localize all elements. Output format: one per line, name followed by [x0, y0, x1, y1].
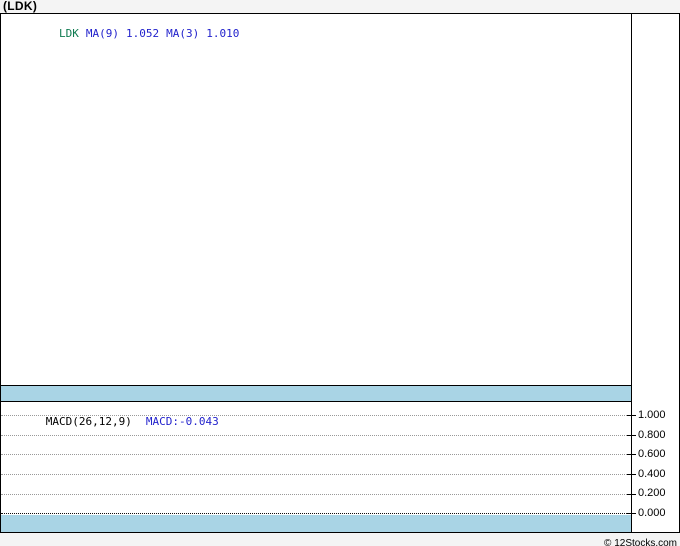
- y-axis-tick-label: 0.000: [638, 507, 666, 519]
- y-axis-tick-label: 0.200: [638, 487, 666, 499]
- price-panel: LDK MA(9) 1.052 MA(3) 1.010: [1, 14, 631, 385]
- date-axis-strip-lower: [1, 515, 631, 532]
- ma9-label: MA(9): [85, 27, 119, 40]
- ma9-value: 1.052: [125, 27, 160, 40]
- macd-params-label: MACD(26,12,9): [45, 415, 132, 428]
- y-axis-tick-label: 1.000: [638, 409, 666, 421]
- macd-legend: MACD(26,12,9) MACD:-0.043: [6, 404, 219, 440]
- page-title: (LDK): [3, 0, 38, 13]
- price-legend: LDK MA(9) 1.052 MA(3) 1.010: [6, 16, 246, 52]
- macd-gridline: [1, 494, 631, 495]
- ma3-value: 1.010: [206, 27, 240, 40]
- macd-gridline: [1, 454, 631, 455]
- attribution-link[interactable]: © 12Stocks.com: [604, 538, 678, 546]
- axis-divider-line: [631, 14, 632, 532]
- ticker-symbol-label: LDK: [58, 27, 79, 40]
- title-bar: (LDK): [0, 0, 680, 13]
- date-axis-strip-upper: [1, 385, 631, 402]
- ma3-label: MA(3): [166, 27, 200, 40]
- macd-zero-line: [1, 513, 631, 514]
- footer-bar: © 12Stocks.com: [0, 533, 678, 546]
- y-axis-tick-label: 0.600: [638, 448, 666, 460]
- chart-frame: LDK MA(9) 1.052 MA(3) 1.010 MACD(26,12,9) MAC…: [0, 13, 680, 533]
- y-axis-tick-label: 0.800: [638, 429, 666, 441]
- y-axis-tick-label: 0.400: [638, 468, 666, 480]
- macd-gridline: [1, 474, 631, 475]
- stock-chart-widget: (LDK) LDK MA(9) 1.052 MA(3) 1.010 MACD(26,12…: [0, 0, 680, 546]
- macd-value: MACD:-0.043: [145, 415, 219, 428]
